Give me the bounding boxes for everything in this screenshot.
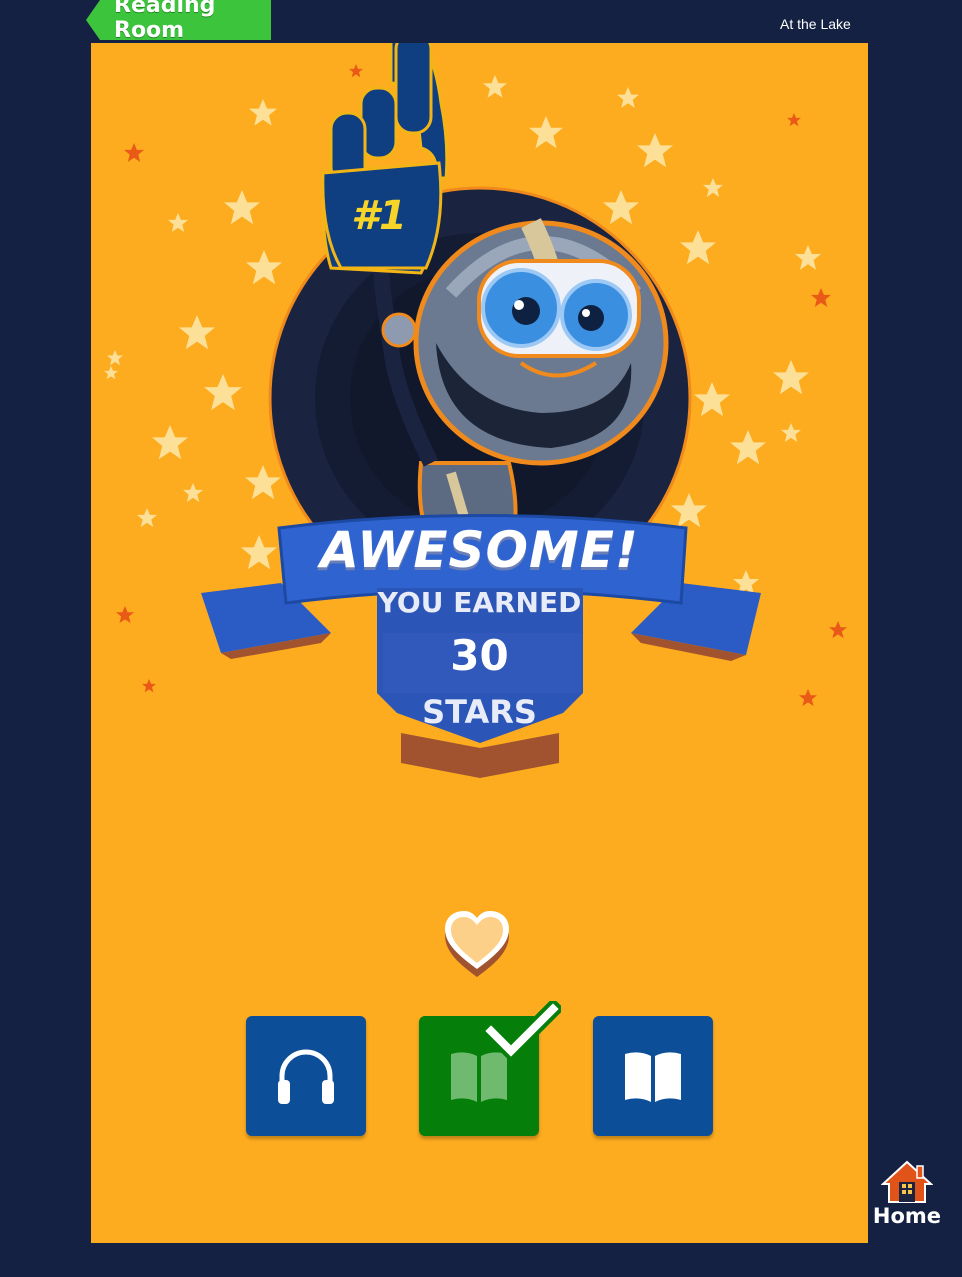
open-book-icon xyxy=(625,1052,681,1102)
reading-room-label: Reading Room xyxy=(114,0,216,43)
awesome-headline: AWESOME! xyxy=(320,521,639,579)
foam-finger-text: #1 xyxy=(351,193,407,239)
heart-icon[interactable] xyxy=(441,909,513,981)
reward-illustration xyxy=(104,43,847,778)
headphones-icon xyxy=(278,1049,334,1104)
book-title: At the Lake xyxy=(780,16,851,32)
reward-panel: AWESOME! YOU EARNED 30 STARS #1 xyxy=(91,43,868,1243)
read-myself-button[interactable] xyxy=(593,1016,713,1136)
listen-button[interactable] xyxy=(246,1016,366,1136)
you-earned-label: YOU EARNED xyxy=(377,586,582,619)
reading-room-tag[interactable]: Reading Room xyxy=(86,0,271,43)
stars-label: STARS xyxy=(422,693,537,731)
completed-check-icon xyxy=(481,1001,561,1061)
house-icon xyxy=(881,1160,933,1203)
home-button[interactable]: Home xyxy=(872,1160,942,1240)
home-label: Home xyxy=(872,1204,942,1228)
stars-earned-count: 30 xyxy=(450,631,509,680)
